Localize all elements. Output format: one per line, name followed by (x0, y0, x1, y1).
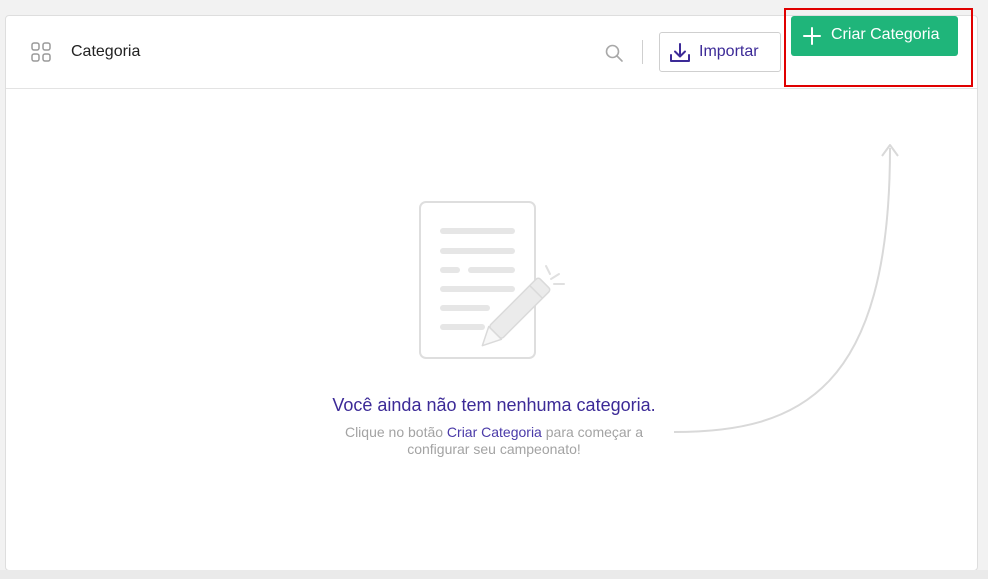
empty-state-create-link[interactable]: Criar Categoria (447, 424, 542, 440)
empty-state-description: Clique no botão Criar Categoria para com… (318, 424, 670, 458)
empty-state-desc-before: Clique no botão (344, 424, 447, 440)
document-pencil-icon (419, 201, 565, 359)
empty-state-title: Você ainda não tem nenhuma categoria. (332, 395, 656, 415)
bottom-bar (0, 570, 988, 579)
